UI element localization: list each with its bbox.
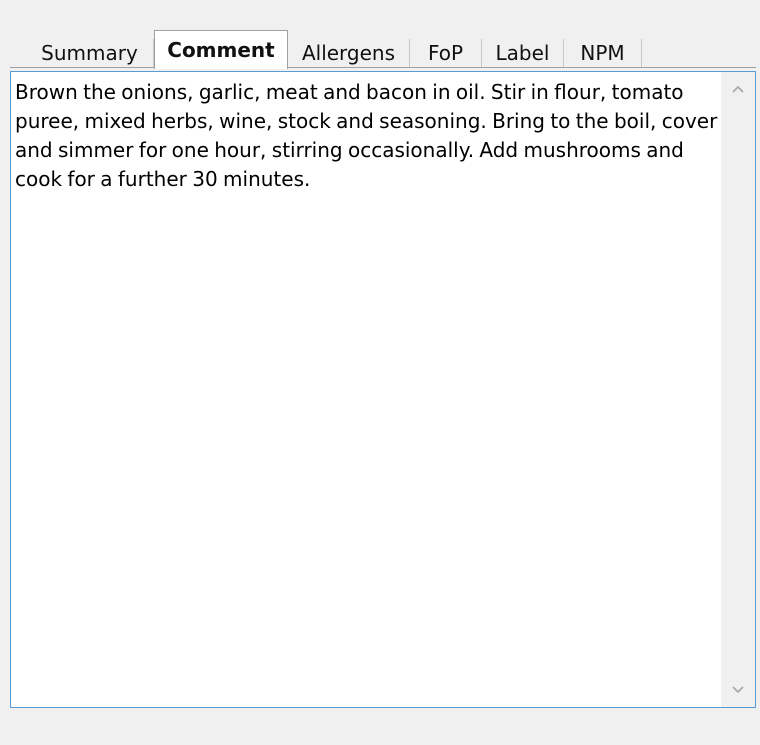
tab-strip-divider [10, 67, 756, 68]
comment-textarea[interactable]: Brown the onions, garlic, meat and bacon… [10, 71, 756, 708]
comment-text[interactable]: Brown the onions, garlic, meat and bacon… [15, 78, 721, 194]
recipe-comment-panel: Summary Comment Allergens FoP Label NPM … [0, 0, 760, 745]
chevron-up-icon [732, 85, 744, 93]
scroll-down-button[interactable] [721, 673, 755, 707]
tab-summary[interactable]: Summary [26, 39, 154, 67]
tab-allergens[interactable]: Allergens [288, 39, 410, 67]
tab-strip: Summary Comment Allergens FoP Label NPM [10, 30, 756, 69]
scroll-up-button[interactable] [721, 72, 755, 106]
tab-comment[interactable]: Comment [154, 30, 288, 69]
vertical-scrollbar[interactable] [721, 72, 755, 707]
tab-fop[interactable]: FoP [410, 39, 482, 67]
tab-npm[interactable]: NPM [564, 39, 642, 67]
tab-label[interactable]: Label [482, 39, 564, 67]
chevron-down-icon [732, 686, 744, 694]
